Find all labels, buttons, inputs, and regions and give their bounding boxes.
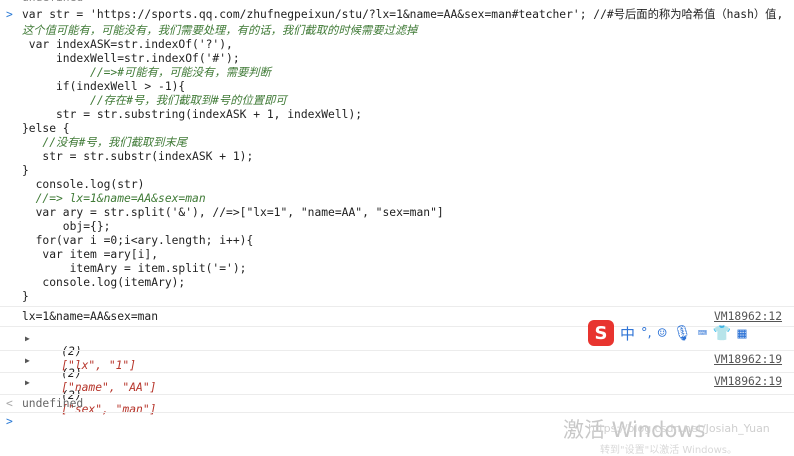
emoji-icon[interactable]: ☺ — [658, 324, 667, 342]
shirt-icon[interactable]: 👕 — [713, 324, 732, 342]
code-line: var item =ary[i], — [22, 248, 159, 261]
ime-toolbar[interactable]: S 中 °, ☺ 🎙 ⌨ 👕 ▦ — [588, 317, 794, 349]
input-prompt-icon: > — [6, 8, 13, 21]
expand-triangle-icon[interactable]: ▶ — [25, 378, 30, 387]
activate-settings-watermark: 转到"设置"以激活 Windows。 — [600, 445, 738, 456]
divider — [0, 372, 794, 373]
code-line: console.log(itemAry); — [22, 276, 186, 289]
console-input[interactable] — [20, 413, 540, 431]
expand-triangle-icon[interactable]: ▶ — [25, 356, 30, 365]
code-line: } — [22, 290, 29, 303]
keyboard-icon[interactable]: ⌨ — [698, 324, 707, 342]
code-line: str = str.substring(indexASK + 1, indexW… — [22, 108, 363, 121]
code-line: console.log(str) — [22, 178, 145, 191]
code-line: //没有#号，我们截取到末尾 — [22, 136, 188, 149]
microphone-icon[interactable]: 🎙 — [673, 324, 692, 342]
code-line: itemAry = item.split('='); — [22, 262, 247, 275]
code-line: //=> lx=1&name=AA&sex=man — [22, 192, 206, 205]
grid-icon[interactable]: ▦ — [737, 324, 746, 342]
code-line: 这个值可能有，可能没有，我们需要处理，有的话，我们截取的时候需要过滤掉 — [22, 24, 418, 37]
divider — [0, 394, 794, 395]
code-line: var str = 'https://sports.qq.com/zhufneg… — [22, 8, 783, 22]
code-line: if(indexWell > -1){ — [22, 80, 186, 93]
expand-triangle-icon[interactable]: ▶ — [25, 334, 30, 343]
code-line: }else { — [22, 122, 70, 135]
log-message: lx=1&name=AA&sex=man — [22, 310, 159, 323]
divider — [0, 350, 794, 351]
code-line: for(var i =0;i<ary.length; i++){ — [22, 234, 254, 247]
code-line: var indexASK=str.indexOf('?'), — [22, 38, 233, 51]
code-line: str = str.substr(indexASK + 1); — [22, 150, 254, 163]
result-arrow-icon: < — [6, 397, 13, 410]
code-line: } — [22, 164, 29, 177]
code-line: indexWell=str.indexOf('#'); — [22, 52, 240, 65]
code-line: obj={}; — [22, 220, 111, 233]
divider — [0, 306, 794, 307]
csdn-watermark: https://blog.csdn.net/Josiah_Yuan — [588, 422, 770, 435]
punctuation-label[interactable]: °, — [641, 326, 652, 341]
array-source-link[interactable]: VM18962:19 — [714, 353, 782, 366]
code-line: //存在#号，我们截取到#号的位置即可 — [22, 94, 287, 107]
result-value: undefined — [22, 397, 84, 410]
input-mode-label[interactable]: 中 — [620, 323, 635, 344]
code-line: //=>#可能有，可能没有，需要判断 — [22, 66, 271, 79]
array-source-link[interactable]: VM18962:19 — [714, 375, 782, 388]
previous-result: undefined — [22, 0, 83, 5]
code-text: var str = 'https://sports.qq.com/zhufneg… — [22, 8, 784, 21]
console-input-prompt[interactable]: > — [6, 415, 13, 429]
code-line: var ary = str.split('&'), //=>["lx=1", "… — [22, 206, 444, 219]
sogou-logo-icon[interactable]: S — [588, 320, 614, 346]
